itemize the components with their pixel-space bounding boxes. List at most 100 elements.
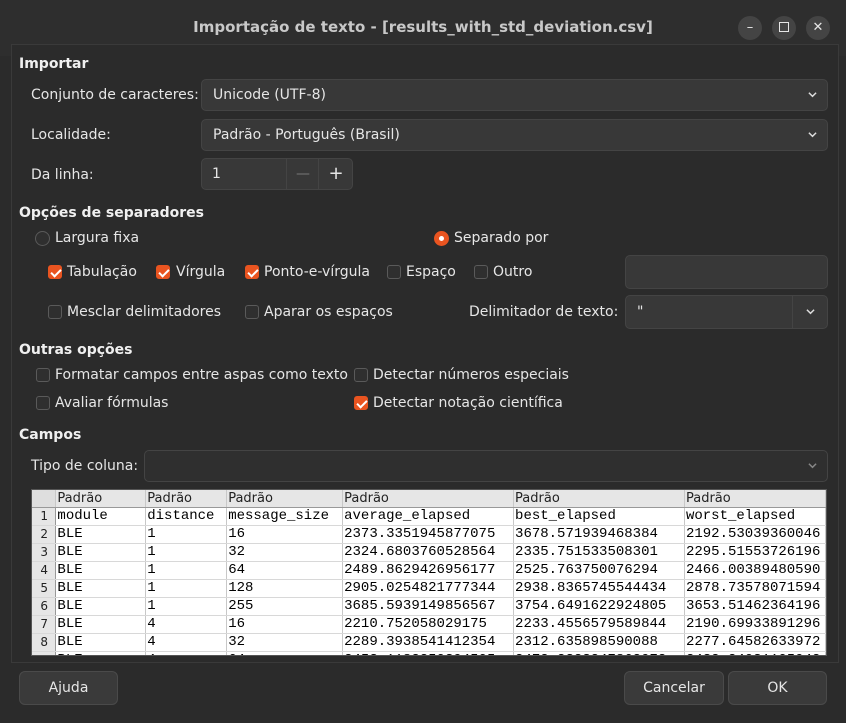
section-separators: Opções de separadores — [19, 205, 204, 221]
decrement-button[interactable]: — — [286, 159, 319, 189]
preview-cell: 1 — [145, 579, 228, 598]
column-type-label: Tipo de coluna: — [31, 458, 139, 474]
maximize-button[interactable] — [772, 16, 796, 40]
other-checkbox[interactable] — [474, 265, 488, 279]
increment-button[interactable]: + — [318, 159, 353, 189]
section-importar: Importar — [19, 56, 89, 72]
semicolon-label[interactable]: Ponto-e-vírgula — [264, 264, 370, 280]
cancel-button[interactable]: Cancelar — [624, 671, 724, 705]
preview-cell: BLE — [55, 597, 147, 616]
scientific-notation-checkbox[interactable] — [354, 396, 368, 410]
preview-cell: BLE — [55, 561, 147, 580]
preview-cell: message_size — [226, 507, 344, 526]
fixed-width-label[interactable]: Largura fixa — [55, 230, 139, 246]
merge-delimiters-label[interactable]: Mesclar delimitadores — [67, 304, 221, 320]
space-checkbox[interactable] — [387, 265, 401, 279]
preview-cell: 1 — [145, 543, 228, 562]
maximize-icon — [779, 21, 789, 32]
column-type-header[interactable]: Padrão — [145, 490, 228, 508]
text-delimiter-label: Delimitador de texto: — [469, 304, 619, 320]
charset-value: Unicode (UTF-8) — [213, 87, 326, 103]
locale-label: Localidade: — [31, 127, 111, 143]
preview-cell: BLE — [55, 543, 147, 562]
plus-icon: + — [328, 163, 344, 184]
preview-cell: 2277.64582633972 — [684, 633, 826, 652]
quoted-as-text-label[interactable]: Formatar campos entre aspas como texto — [55, 367, 348, 383]
close-button[interactable]: ✕ — [806, 16, 830, 40]
trim-spaces-checkbox[interactable] — [245, 305, 259, 319]
column-type-header[interactable]: Padrão — [55, 490, 147, 508]
row-number[interactable]: 2 — [32, 525, 57, 544]
column-type-header[interactable]: Padrão — [342, 490, 515, 508]
merge-delimiters-checkbox[interactable] — [48, 305, 62, 319]
fromrow-label: Da linha: — [31, 167, 94, 183]
preview-row: 8 BLE 4 32 2289.3938541412354 2312.6358985900… — [32, 633, 826, 652]
preview-cell: 2210.752058029175 — [342, 615, 515, 634]
preview-cell: 1 — [145, 597, 228, 616]
fixed-width-radio[interactable] — [35, 231, 50, 246]
preview-cell: 2525.763750076294 — [513, 561, 685, 580]
row-number[interactable]: 3 — [32, 543, 57, 562]
evaluate-formulas-label[interactable]: Avaliar fórmulas — [55, 395, 168, 411]
scientific-notation-label[interactable]: Detectar notação científica — [373, 395, 563, 411]
column-type-combo[interactable] — [144, 450, 828, 482]
row-number[interactable]: 7 — [32, 615, 57, 634]
special-numbers-checkbox[interactable] — [354, 368, 368, 382]
row-number[interactable]: 5 — [32, 579, 57, 598]
preview-row: 3 BLE 1 32 2324.6803760528564 2335.7515335083… — [32, 543, 826, 562]
chevron-down-icon — [808, 92, 817, 98]
preview-cell: worst_elapsed — [684, 507, 826, 526]
text-delimiter-combo[interactable]: " — [625, 295, 828, 329]
section-other-options: Outras opções — [19, 342, 133, 358]
preview-cell: 1 — [145, 561, 228, 580]
locale-value: Padrão - Português (Brasil) — [213, 127, 400, 143]
section-fields: Campos — [19, 427, 82, 443]
comma-label[interactable]: Vírgula — [176, 264, 225, 280]
space-label[interactable]: Espaço — [406, 264, 456, 280]
chevron-down-icon — [806, 309, 815, 315]
row-number[interactable]: 8 — [32, 633, 57, 652]
row-number[interactable]: 9 — [32, 651, 57, 655]
special-numbers-label[interactable]: Detectar números especiais — [373, 367, 569, 383]
charset-combo[interactable]: Unicode (UTF-8) — [201, 79, 828, 111]
preview-row: 5 BLE 1 128 2905.0254821777344 2938.836574554… — [32, 579, 826, 598]
minimize-button[interactable]: – — [738, 16, 762, 40]
other-separator-input[interactable] — [625, 255, 828, 289]
column-type-header[interactable]: Padrão — [513, 490, 685, 508]
evaluate-formulas-checkbox[interactable] — [36, 396, 50, 410]
preview-row: 6 BLE 1 255 3685.5939149856567 3754.649162292… — [32, 597, 826, 616]
row-number[interactable]: 6 — [32, 597, 57, 616]
charset-label: Conjunto de caracteres: — [31, 87, 199, 103]
preview-cell: 16 — [226, 525, 344, 544]
row-number[interactable]: 4 — [32, 561, 57, 580]
preview-cell: BLE — [55, 633, 147, 652]
quoted-as-text-checkbox[interactable] — [36, 368, 50, 382]
semicolon-checkbox[interactable] — [245, 265, 259, 279]
window-title: Importação de texto - [results_with_std_… — [193, 18, 653, 36]
preview-cell: 32 — [226, 633, 344, 652]
minimize-icon: – — [746, 20, 754, 35]
preview-cell: best_elapsed — [513, 507, 685, 526]
preview-cell: 2938.8365745544434 — [513, 579, 685, 598]
column-type-header[interactable]: Padrão — [684, 490, 826, 508]
separated-by-label[interactable]: Separado por — [454, 230, 548, 246]
column-type-header[interactable]: Padrão — [226, 490, 344, 508]
preview-cell: 2878.73578071594 — [684, 579, 826, 598]
other-label[interactable]: Outro — [493, 264, 532, 280]
locale-combo[interactable]: Padrão - Português (Brasil) — [201, 119, 828, 151]
row-number[interactable]: 1 — [32, 507, 57, 526]
preview-cell: 2472.2323247862072 — [513, 651, 685, 655]
preview-grid[interactable]: Padrão Padrão Padrão Padrão Padrão Padrão 1 mod… — [31, 489, 827, 656]
tab-checkbox[interactable] — [48, 265, 62, 279]
close-icon: ✕ — [812, 20, 824, 35]
separated-by-radio[interactable] — [434, 231, 449, 246]
tab-label[interactable]: Tabulação — [67, 264, 137, 280]
chevron-down-icon — [808, 463, 817, 469]
trim-spaces-label[interactable]: Aparar os espaços — [264, 304, 393, 320]
help-button[interactable]: Ajuda — [19, 671, 118, 705]
ok-button[interactable]: OK — [728, 671, 827, 705]
fromrow-spinbox[interactable]: 1 — + — [201, 158, 353, 190]
preview-cell: 2453.1182250394505 — [342, 651, 515, 655]
preview-cell: 3754.6491622924805 — [513, 597, 685, 616]
comma-checkbox[interactable] — [156, 265, 170, 279]
